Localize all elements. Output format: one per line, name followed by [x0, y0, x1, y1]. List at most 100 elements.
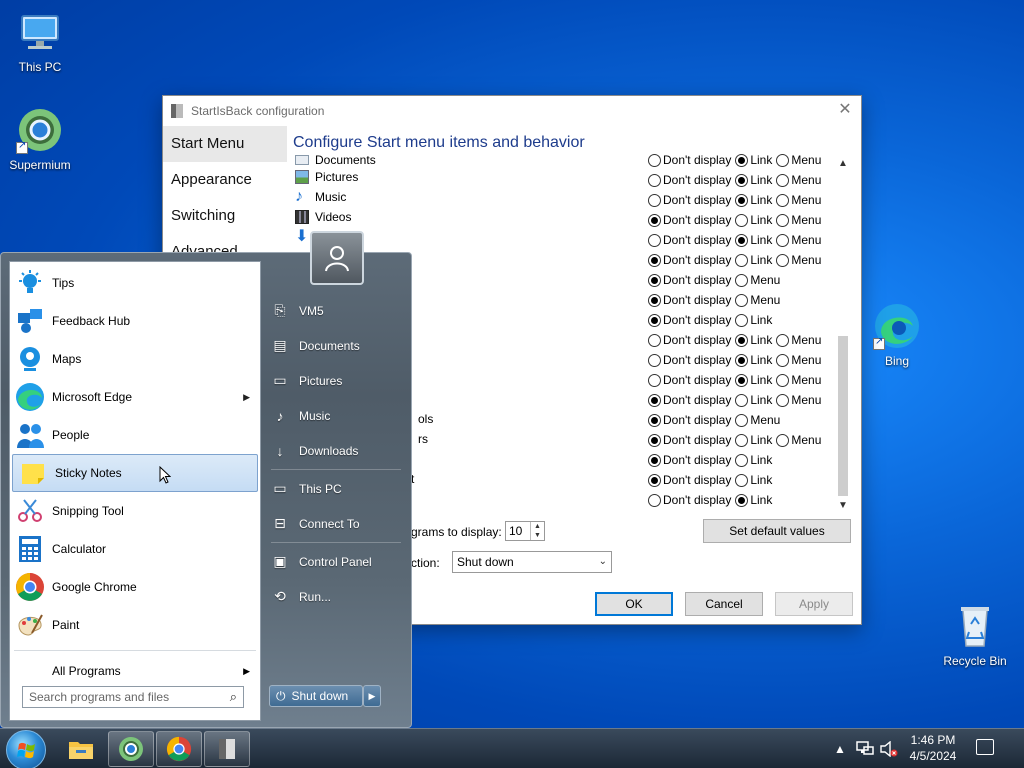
nav-item-start-menu[interactable]: Start Menu	[163, 126, 287, 162]
taskbar-file-explorer[interactable]	[58, 731, 104, 767]
nav-item-appearance[interactable]: Appearance	[163, 162, 287, 198]
dont-display-radio[interactable]: Don't display	[648, 293, 731, 307]
link-radio[interactable]: Link	[735, 213, 772, 227]
taskbar-clock[interactable]: 1:46 PM 4/5/2024	[900, 732, 966, 764]
menu-radio[interactable]: Menu	[776, 433, 821, 447]
menu-radio[interactable]: Menu	[776, 153, 821, 167]
link-radio[interactable]: Link	[735, 453, 772, 467]
menu-radio[interactable]: Menu	[776, 213, 821, 227]
link-radio[interactable]: Link	[735, 493, 772, 507]
dont-display-radio[interactable]: Don't display	[648, 473, 731, 487]
link-radio[interactable]: Link	[735, 233, 772, 247]
scroll-down-icon[interactable]: ▼	[835, 498, 851, 514]
menu-radio[interactable]: Menu	[735, 293, 780, 307]
link-radio[interactable]: Link	[735, 473, 772, 487]
program-item-snipping-tool[interactable]: Snipping Tool	[10, 492, 260, 530]
place-item-downloads[interactable]: ↓ Downloads	[263, 433, 409, 468]
link-radio[interactable]: Link	[735, 373, 772, 387]
programs-count-spinner[interactable]: 10 ▲ ▼	[505, 521, 545, 541]
link-radio[interactable]: Link	[735, 313, 772, 327]
dont-display-radio[interactable]: Don't display	[648, 193, 731, 207]
program-item-google-chrome[interactable]: Google Chrome	[10, 568, 260, 606]
scrollbar-thumb[interactable]	[838, 336, 848, 496]
dont-display-radio[interactable]: Don't display	[648, 213, 731, 227]
dont-display-radio[interactable]: Don't display	[648, 173, 731, 187]
menu-radio[interactable]: Menu	[776, 393, 821, 407]
apply-button[interactable]: Apply	[775, 592, 853, 616]
cancel-button[interactable]: Cancel	[685, 592, 763, 616]
menu-radio[interactable]: Menu	[776, 233, 821, 247]
program-item-feedback-hub[interactable]: Feedback Hub	[10, 302, 260, 340]
user-avatar[interactable]	[310, 231, 364, 285]
menu-radio[interactable]: Menu	[776, 333, 821, 347]
dont-display-radio[interactable]: Don't display	[648, 233, 731, 247]
set-default-values-button[interactable]: Set default values	[703, 519, 851, 543]
place-item-vm5[interactable]: ⎘ VM5	[263, 293, 409, 328]
program-item-paint[interactable]: Paint	[10, 606, 260, 644]
start-orb-button[interactable]	[6, 730, 46, 768]
program-item-people[interactable]: People	[10, 416, 260, 454]
spinner-arrows-icon[interactable]: ▲ ▼	[530, 522, 544, 540]
link-radio[interactable]: Link	[735, 173, 772, 187]
menu-radio[interactable]: Menu	[735, 413, 780, 427]
taskbar-startisback-config[interactable]	[204, 731, 250, 767]
network-icon[interactable]	[856, 729, 874, 768]
show-hidden-icons-chevron-icon[interactable]: ▲	[834, 729, 846, 768]
dont-display-radio[interactable]: Don't display	[648, 413, 731, 427]
menu-radio[interactable]: Menu	[776, 253, 821, 267]
desktop-icon-recycle-bin[interactable]: Recycle Bin	[935, 602, 1015, 668]
taskbar-supermium[interactable]	[108, 731, 154, 767]
dont-display-radio[interactable]: Don't display	[648, 253, 731, 267]
place-item-control-panel[interactable]: ▣ Control Panel	[263, 544, 409, 579]
desktop-icon-bing[interactable]: Bing	[857, 302, 937, 368]
place-item-music[interactable]: ♪ Music	[263, 398, 409, 433]
notification-center-icon[interactable]	[976, 739, 994, 755]
link-radio[interactable]: Link	[735, 333, 772, 347]
dont-display-radio[interactable]: Don't display	[648, 153, 731, 167]
shutdown-options-arrow-icon[interactable]: ▶	[363, 685, 381, 707]
menu-radio[interactable]: Menu	[735, 273, 780, 287]
program-item-calculator[interactable]: Calculator	[10, 530, 260, 568]
taskbar-chrome[interactable]	[156, 731, 202, 767]
place-item-pictures[interactable]: ▭ Pictures	[263, 363, 409, 398]
ok-button[interactable]: OK	[595, 592, 673, 616]
window-titlebar[interactable]: StartIsBack configuration ✕	[163, 96, 861, 126]
link-radio[interactable]: Link	[735, 253, 772, 267]
scroll-up-icon[interactable]: ▲	[835, 156, 851, 172]
dont-display-radio[interactable]: Don't display	[648, 393, 731, 407]
nav-item-switching[interactable]: Switching	[163, 198, 287, 234]
program-item-microsoft-edge[interactable]: Microsoft Edge ▶	[10, 378, 260, 416]
menu-radio[interactable]: Menu	[776, 373, 821, 387]
program-item-sticky-notes[interactable]: Sticky Notes	[12, 454, 258, 492]
menu-radio[interactable]: Menu	[776, 353, 821, 367]
program-item-tips[interactable]: Tips	[10, 264, 260, 302]
search-input[interactable]: Search programs and files ⌕	[22, 686, 244, 708]
program-item-maps[interactable]: Maps	[10, 340, 260, 378]
link-radio[interactable]: Link	[735, 193, 772, 207]
dont-display-radio[interactable]: Don't display	[648, 273, 731, 287]
link-radio[interactable]: Link	[735, 433, 772, 447]
desktop-icon-this-pc[interactable]: This PC	[0, 8, 80, 74]
place-item-run[interactable]: ⟲ Run...	[263, 579, 409, 614]
link-radio[interactable]: Link	[735, 353, 772, 367]
power-action-select[interactable]: Shut down ⌄	[452, 551, 612, 573]
dont-display-radio[interactable]: Don't display	[648, 493, 731, 507]
dont-display-radio[interactable]: Don't display	[648, 433, 731, 447]
desktop-icon-supermium[interactable]: Supermium	[0, 106, 80, 172]
place-item-connect-to[interactable]: ⊟ Connect To	[263, 506, 409, 541]
dont-display-radio[interactable]: Don't display	[648, 313, 731, 327]
dont-display-radio[interactable]: Don't display	[648, 373, 731, 387]
all-programs-item[interactable]: All Programs ▶	[10, 657, 260, 685]
shutdown-button[interactable]: ⏻ Shut down	[269, 685, 363, 707]
menu-radio[interactable]: Menu	[776, 193, 821, 207]
place-item-documents[interactable]: ▤ Documents	[263, 328, 409, 363]
menu-radio[interactable]: Menu	[776, 173, 821, 187]
place-item-this-pc[interactable]: ▭ This PC	[263, 471, 409, 506]
dont-display-radio[interactable]: Don't display	[648, 353, 731, 367]
volume-muted-icon[interactable]	[880, 729, 898, 768]
link-radio[interactable]: Link	[735, 153, 772, 167]
list-scrollbar[interactable]: ▲ ▼	[835, 156, 851, 514]
close-icon[interactable]: ✕	[835, 100, 855, 120]
dont-display-radio[interactable]: Don't display	[648, 333, 731, 347]
link-radio[interactable]: Link	[735, 393, 772, 407]
